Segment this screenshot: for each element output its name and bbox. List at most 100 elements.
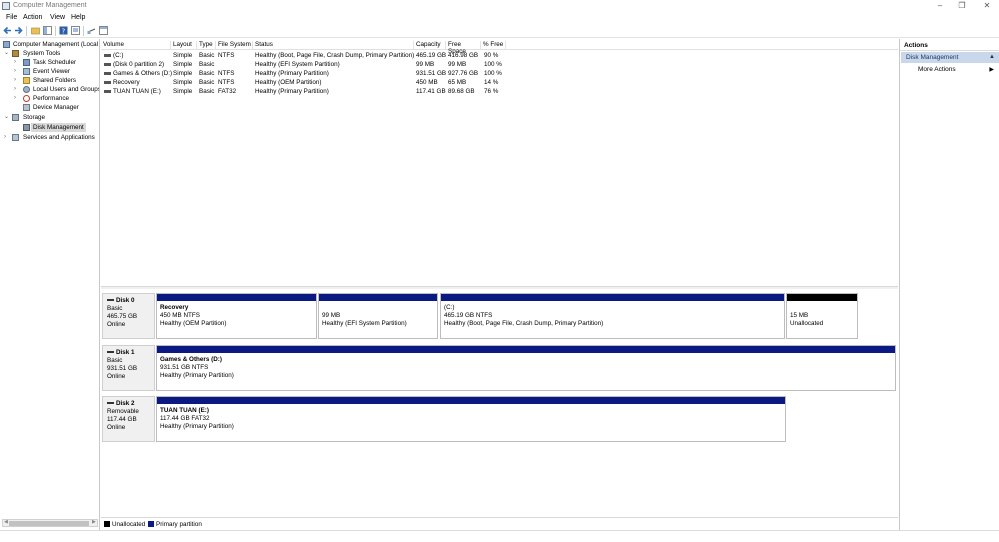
restore-button[interactable]: ❐ (956, 1, 968, 11)
folder-icon (23, 77, 30, 84)
event-viewer-icon (23, 68, 30, 75)
more-actions-item[interactable]: More Actions (918, 66, 956, 73)
expand-chevron-icon[interactable]: › (14, 58, 20, 67)
tree-item-device-manager[interactable]: Device Manager (0, 103, 99, 112)
status-bar (0, 530, 999, 542)
disk-label[interactable]: Disk 0 Basic 465.75 GB Online (102, 293, 155, 339)
primary-partition-bar (319, 294, 437, 301)
folder-up-icon[interactable] (31, 26, 40, 35)
file-system-cell: FAT32 (218, 88, 237, 95)
partition-block[interactable]: Recovery 450 MB NTFS Healthy (OEM Partit… (156, 293, 317, 339)
column-header-file-system[interactable]: File System (216, 41, 253, 50)
show-tree-icon[interactable] (43, 26, 52, 35)
percent-free-cell: 90 % (484, 52, 499, 59)
unallocated-bar (787, 294, 857, 301)
scroll-right-icon[interactable]: ▶ (92, 519, 96, 525)
type-cell: Basic (199, 52, 215, 59)
disk-label[interactable]: Disk 1 Basic 931.51 GB Online (102, 345, 155, 391)
column-header-capacity[interactable]: Capacity (414, 41, 446, 50)
partition-name: Games & Others (D:) (160, 356, 222, 363)
primary-partition-bar (441, 294, 784, 301)
primary-partition-bar (157, 294, 316, 301)
disk-name: Disk 2 (116, 400, 135, 407)
disk-size: 117.44 GB (107, 416, 137, 423)
connect-icon[interactable] (87, 26, 96, 35)
disk-icon (107, 299, 114, 302)
collapse-up-icon[interactable]: ▲ (989, 54, 995, 60)
tree-item-disk-management[interactable]: Disk Management (0, 123, 99, 132)
legend-primary-partition: Primary partition (156, 521, 202, 528)
scroll-left-icon[interactable]: ◀ (4, 519, 8, 525)
column-header-type[interactable]: Type (197, 41, 216, 50)
partition-block[interactable]: (C:) 465.19 GB NTFS Healthy (Boot, Page … (440, 293, 785, 339)
partition-block[interactable]: Games & Others (D:) 931.51 GB NTFS Healt… (156, 345, 896, 391)
unallocated-block[interactable]: 15 MB Unallocated (786, 293, 858, 339)
column-header-layout[interactable]: Layout (171, 41, 197, 50)
help-icon[interactable]: ? (59, 26, 68, 35)
collapse-chevron-icon[interactable]: ⌄ (4, 113, 10, 122)
back-icon[interactable] (3, 26, 12, 35)
forward-icon[interactable] (14, 26, 23, 35)
status-cell: Healthy (OEM Partition) (255, 79, 322, 86)
column-header-volume[interactable]: Volume (101, 41, 171, 50)
tree-item-services-applications[interactable]: › Services and Applications (0, 133, 99, 142)
partition-name: Recovery (160, 304, 189, 311)
properties-icon[interactable] (71, 26, 80, 35)
actions-section-disk-management[interactable]: Disk Management ▲ (901, 52, 999, 63)
status-cell: Healthy (EFI System Partition) (255, 61, 340, 68)
close-button[interactable]: ✕ (981, 1, 993, 11)
tree-horizontal-scrollbar[interactable]: ◀ ▶ (2, 519, 98, 527)
menu-file[interactable]: File (6, 14, 17, 21)
performance-icon (23, 95, 30, 102)
partition-block[interactable]: 99 MB Healthy (EFI System Partition) (318, 293, 438, 339)
menu-help[interactable]: Help (71, 14, 85, 21)
computer-management-app-icon (2, 2, 10, 10)
tree-item-computer-management[interactable]: Computer Management (Local (0, 40, 99, 49)
collapse-chevron-icon[interactable]: ⌄ (4, 49, 10, 58)
volume-icon (104, 72, 111, 75)
scrollbar-thumb[interactable] (9, 521, 89, 526)
tree-item-shared-folders[interactable]: › Shared Folders (0, 76, 99, 85)
tree-item-storage[interactable]: ⌄ Storage (0, 113, 99, 122)
disk-label[interactable]: Disk 2 Removable 117.44 GB Online (102, 396, 155, 442)
disk-graphical-view: Disk 0 Basic 465.75 GB Online Recovery 4… (101, 289, 898, 517)
tree-item-system-tools[interactable]: ⌄ System Tools (0, 49, 99, 58)
expand-chevron-icon[interactable]: › (14, 94, 20, 103)
table-row[interactable]: Recovery Simple Basic NTFS Healthy (OEM Part… (101, 78, 898, 87)
table-row[interactable]: (C:) Simple Basic NTFS Healthy (Boot, Page F… (101, 51, 898, 60)
computer-icon (3, 41, 10, 48)
capacity-cell: 465.19 GB (416, 52, 447, 59)
submenu-arrow-icon[interactable]: ▶ (989, 66, 994, 73)
column-header-status[interactable]: Status (253, 41, 414, 50)
table-row[interactable]: (Disk 0 partition 2) Simple Basic Healthy (… (101, 60, 898, 69)
table-row[interactable]: Games & Others (D:) Simple Basic NTFS Health… (101, 69, 898, 78)
type-cell: Basic (199, 61, 215, 68)
expand-chevron-icon[interactable]: › (14, 76, 20, 85)
clock-icon (23, 59, 30, 66)
tree-item-performance[interactable]: › Performance (0, 94, 99, 103)
expand-chevron-icon[interactable]: › (14, 67, 20, 76)
expand-chevron-icon[interactable]: › (14, 85, 20, 94)
menu-action[interactable]: Action (23, 14, 42, 21)
menu-view[interactable]: View (50, 14, 65, 21)
partition-size: 465.19 GB NTFS (444, 312, 493, 319)
table-row[interactable]: TUAN TUAN (E:) Simple Basic FAT32 Healthy (P… (101, 87, 898, 96)
disk-status: Online (107, 321, 126, 328)
tree-item-local-users[interactable]: › Local Users and Groups (0, 85, 99, 94)
disk-icon (107, 402, 114, 405)
tree-item-label: Task Scheduler (33, 59, 77, 66)
column-header-percent-free[interactable]: % Free (481, 41, 506, 50)
tree-item-label: System Tools (23, 50, 61, 57)
console-icon[interactable] (99, 26, 108, 35)
layout-cell: Simple (173, 52, 193, 59)
legend-unallocated: Unallocated (112, 521, 146, 528)
tree-item-task-scheduler[interactable]: › Task Scheduler (0, 58, 99, 67)
volume-cell: (C:) (113, 52, 124, 59)
tree-item-event-viewer[interactable]: › Event Viewer (0, 67, 99, 76)
column-header-free-space[interactable]: Free Space (446, 41, 481, 55)
disk-name: Disk 0 (116, 297, 135, 304)
partition-block[interactable]: TUAN TUAN (E:) 117.44 GB FAT32 Healthy (… (156, 396, 786, 442)
layout-cell: Simple (173, 79, 193, 86)
minimize-button[interactable]: – (934, 1, 946, 11)
expand-chevron-icon[interactable]: › (4, 133, 10, 142)
